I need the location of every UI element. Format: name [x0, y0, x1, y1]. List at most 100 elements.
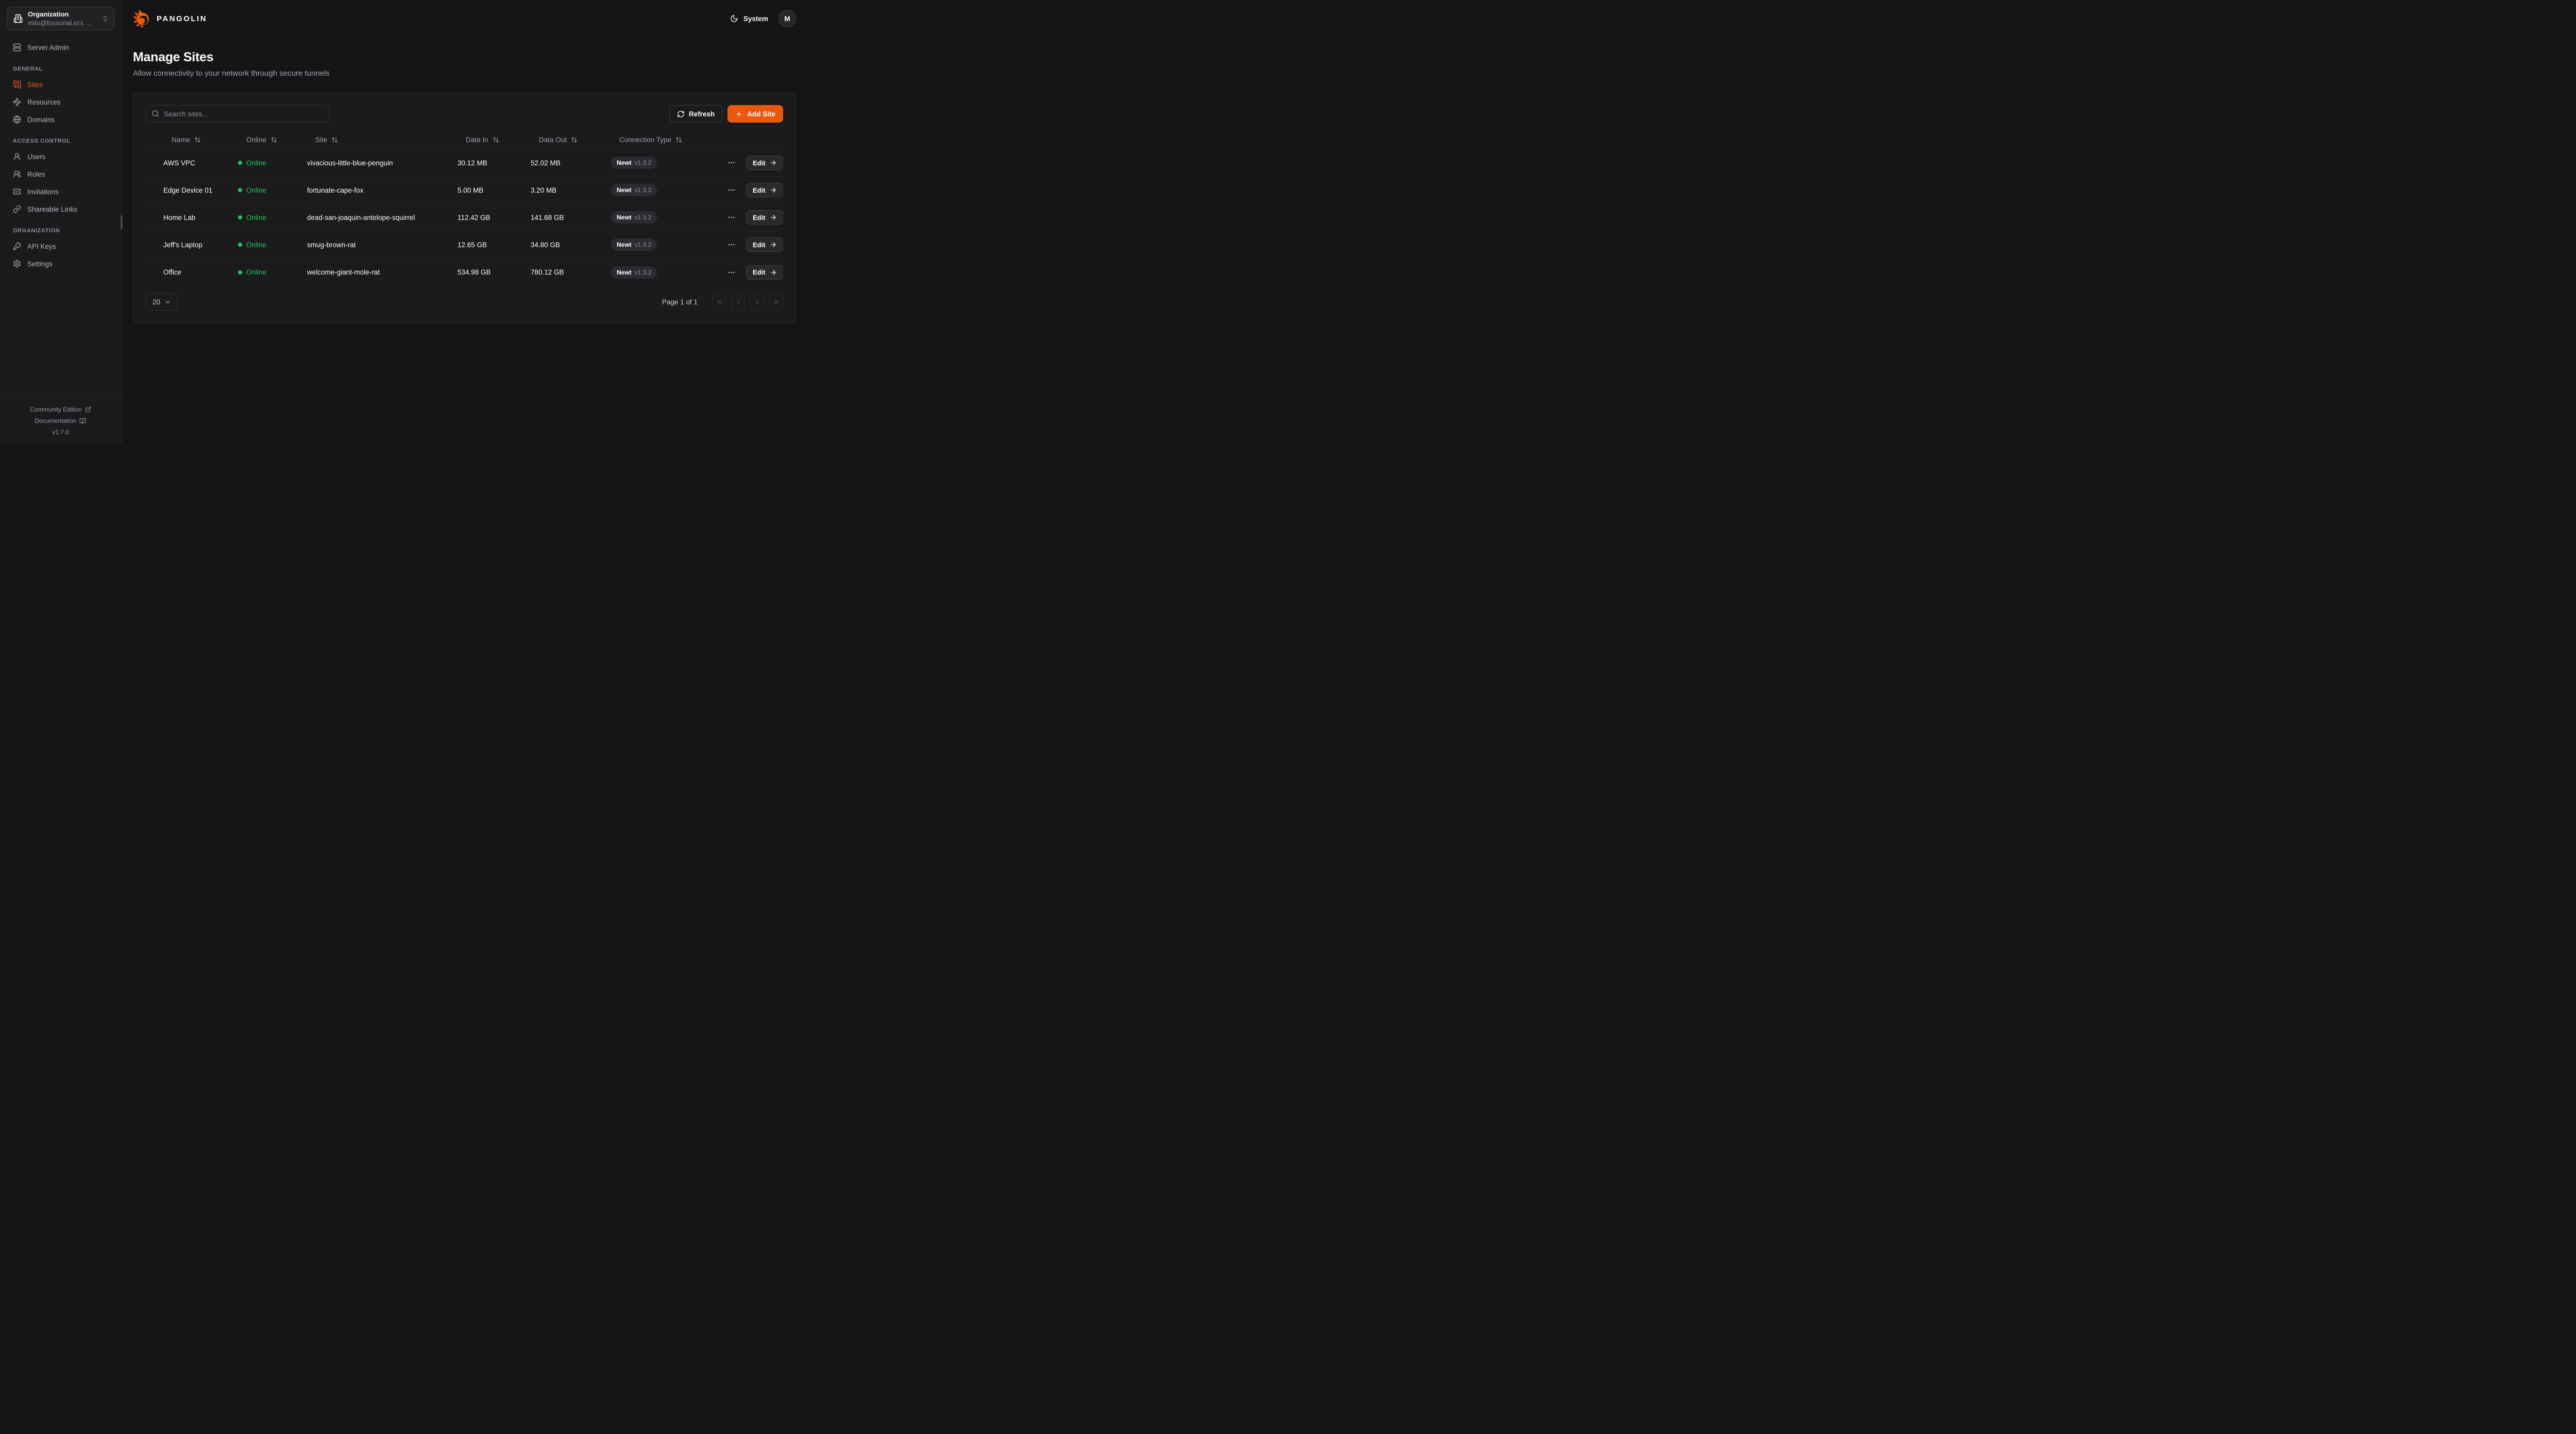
- edit-button[interactable]: Edit: [746, 265, 783, 280]
- connection-version: v1.3.2: [635, 159, 652, 166]
- connection-type-cell: Newtv1.3.2: [611, 157, 703, 169]
- column-label: Name: [172, 136, 190, 144]
- sidebar-item-invitations[interactable]: Invitations: [7, 184, 114, 199]
- edit-label: Edit: [753, 268, 766, 276]
- column-header-data-out[interactable]: Data Out: [531, 136, 611, 144]
- avatar-initial: M: [784, 15, 790, 23]
- sort-icon: [675, 136, 682, 143]
- users-icon: [13, 170, 21, 178]
- org-selector-title: Organization: [28, 10, 96, 19]
- sidebar-item-sites[interactable]: Sites: [7, 77, 114, 92]
- edit-cell: Edit: [746, 237, 783, 252]
- sidebar-item-label: Roles: [27, 170, 45, 178]
- sidebar-item-label: API Keys: [27, 243, 56, 250]
- column-header-data-in[interactable]: Data In: [457, 136, 531, 144]
- row-menu-cell: [703, 184, 746, 196]
- page-size-select[interactable]: 20: [146, 293, 178, 311]
- data-out: 141.68 GB: [531, 214, 611, 221]
- gear-icon: [13, 260, 21, 268]
- status-label: Online: [246, 159, 266, 167]
- column-header-name[interactable]: Name: [163, 136, 238, 144]
- row-menu-button[interactable]: [725, 211, 738, 224]
- site-name: AWS VPC: [163, 159, 238, 167]
- sort-icon: [571, 136, 578, 143]
- sidebar-item-settings[interactable]: Settings: [7, 257, 114, 271]
- plus-icon: [735, 110, 743, 118]
- data-out: 52.02 MB: [531, 159, 611, 167]
- combine-icon: [13, 80, 21, 89]
- data-out: 34.80 GB: [531, 241, 611, 249]
- status-label: Online: [246, 241, 266, 249]
- org-selector[interactable]: Organization milo@fossorial.io's ...: [7, 7, 114, 30]
- sidebar-section-general: GENERAL: [7, 66, 114, 72]
- search-input[interactable]: [146, 105, 330, 123]
- page-status: Page 1 of 1: [662, 298, 698, 306]
- connection-type-badge: Newtv1.3.2: [611, 184, 657, 196]
- row-menu-button[interactable]: [725, 238, 738, 251]
- sidebar: Organization milo@fossorial.io's ... Ser…: [0, 0, 122, 443]
- refresh-button[interactable]: Refresh: [669, 105, 722, 123]
- next-page-button[interactable]: [750, 294, 764, 311]
- edit-button[interactable]: Edit: [746, 237, 783, 252]
- online-dot-icon: [238, 161, 242, 165]
- page-subtitle: Allow connectivity to your network throu…: [133, 69, 796, 78]
- sidebar-item-roles[interactable]: Roles: [7, 167, 114, 181]
- first-page-button[interactable]: [712, 294, 726, 311]
- pangolin-logo[interactable]: PANGOLIN: [133, 9, 207, 28]
- online-dot-icon: [238, 215, 242, 219]
- connection-version: v1.3.2: [635, 241, 652, 248]
- site-status: Online: [238, 159, 307, 167]
- sidebar-item-resources[interactable]: Resources: [7, 95, 114, 109]
- connection-type-cell: Newtv1.3.2: [611, 266, 703, 279]
- edit-label: Edit: [753, 159, 766, 167]
- arrow-right-icon: [770, 159, 777, 166]
- previous-page-button[interactable]: [731, 294, 745, 311]
- chevron-down-icon: [164, 299, 171, 305]
- add-site-button[interactable]: Add Site: [727, 105, 783, 123]
- sidebar-footer: Community Edition Documentation v1.7.0: [0, 398, 121, 443]
- last-page-button[interactable]: [769, 294, 783, 311]
- sidebar-item-users[interactable]: Users: [7, 149, 114, 164]
- search-icon: [151, 110, 159, 117]
- page-size-value: 20: [152, 298, 160, 306]
- sidebar-section-access-control: ACCESS CONTROL: [7, 138, 114, 144]
- table-row: AWS VPC Online vivacious-little-blue-pen…: [146, 149, 783, 177]
- row-menu-button[interactable]: [725, 266, 738, 279]
- row-menu-cell: [703, 211, 746, 224]
- refresh-label: Refresh: [689, 110, 715, 118]
- theme-toggle[interactable]: System: [730, 14, 768, 23]
- data-out: 780.12 GB: [531, 268, 611, 276]
- column-label: Online: [246, 136, 266, 144]
- sidebar-item-label: Server Admin: [27, 44, 69, 52]
- ellipsis-icon: [727, 159, 736, 167]
- edit-button[interactable]: Edit: [746, 210, 783, 225]
- connection-name: Newt: [617, 186, 632, 194]
- sidebar-resize-handle[interactable]: [121, 215, 123, 229]
- sidebar-item-server-admin[interactable]: Server Admin: [7, 40, 114, 55]
- edit-button[interactable]: Edit: [746, 183, 783, 197]
- sidebar-item-shareable-links[interactable]: Shareable Links: [7, 202, 114, 216]
- data-out: 3.20 MB: [531, 186, 611, 194]
- column-header-online[interactable]: Online: [238, 136, 307, 144]
- sort-icon: [493, 136, 499, 143]
- community-edition-link[interactable]: Community Edition: [0, 406, 121, 413]
- topbar: PANGOLIN System M: [122, 0, 808, 37]
- row-menu-button[interactable]: [725, 184, 738, 196]
- edit-cell: Edit: [746, 265, 783, 280]
- connection-type-badge: Newtv1.3.2: [611, 238, 657, 251]
- version-label: v1.7.0: [0, 429, 121, 436]
- row-menu-cell: [703, 157, 746, 169]
- online-dot-icon: [238, 188, 242, 192]
- column-header-site[interactable]: Site: [307, 136, 457, 144]
- documentation-link[interactable]: Documentation: [0, 417, 121, 424]
- sites-toolbar: Refresh Add Site: [146, 105, 783, 123]
- connection-version: v1.3.2: [635, 214, 652, 221]
- arrow-right-icon: [770, 241, 777, 248]
- sidebar-item-api-keys[interactable]: API Keys: [7, 239, 114, 253]
- sites-table: Name Online Site Data In: [146, 131, 783, 286]
- avatar[interactable]: M: [778, 10, 796, 27]
- column-header-connection-type[interactable]: Connection Type: [611, 136, 703, 144]
- sidebar-item-domains[interactable]: Domains: [7, 112, 114, 127]
- edit-button[interactable]: Edit: [746, 156, 783, 170]
- row-menu-button[interactable]: [725, 157, 738, 169]
